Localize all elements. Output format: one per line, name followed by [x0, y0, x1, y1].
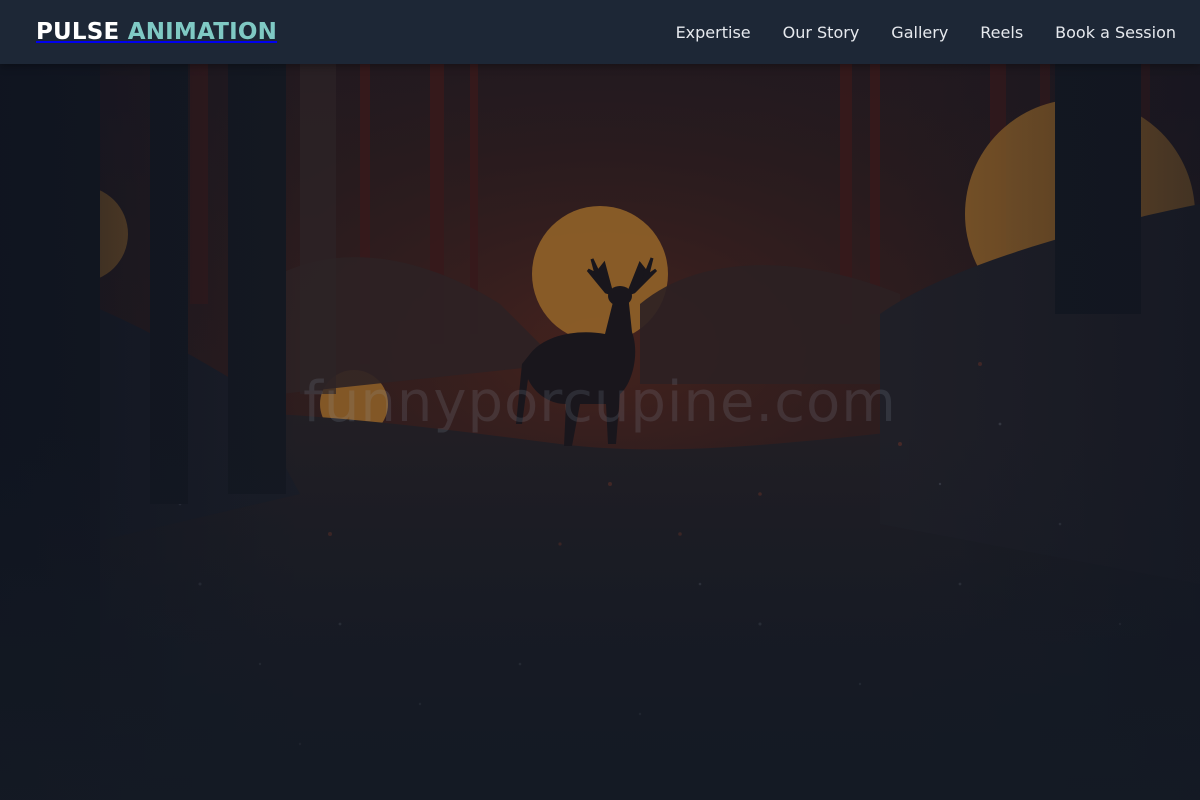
- nav-item-gallery: Gallery: [891, 23, 948, 42]
- nav-item-reels: Reels: [980, 23, 1023, 42]
- nav-link-expertise[interactable]: Expertise: [676, 23, 751, 42]
- top-navbar: PULSE ANIMATION Expertise Our Story Gall…: [0, 0, 1200, 64]
- watermark-text: funnyporcupine.com: [303, 370, 897, 435]
- nav-menu: Expertise Our Story Gallery Reels Book a…: [644, 0, 1176, 64]
- nav-link-our-story[interactable]: Our Story: [783, 23, 860, 42]
- nav-link-book-a-session[interactable]: Book a Session: [1055, 23, 1176, 42]
- brand-logo[interactable]: PULSE ANIMATION: [36, 17, 277, 47]
- brand-name-part2: ANIMATION: [127, 19, 278, 45]
- nav-link-gallery[interactable]: Gallery: [891, 23, 948, 42]
- nav-item-our-story: Our Story: [783, 23, 860, 42]
- nav-link-reels[interactable]: Reels: [980, 23, 1023, 42]
- nav-item-book-a-session: Book a Session: [1055, 23, 1176, 42]
- nav-item-expertise: Expertise: [676, 23, 751, 42]
- brand-name-part1: PULSE: [36, 19, 120, 45]
